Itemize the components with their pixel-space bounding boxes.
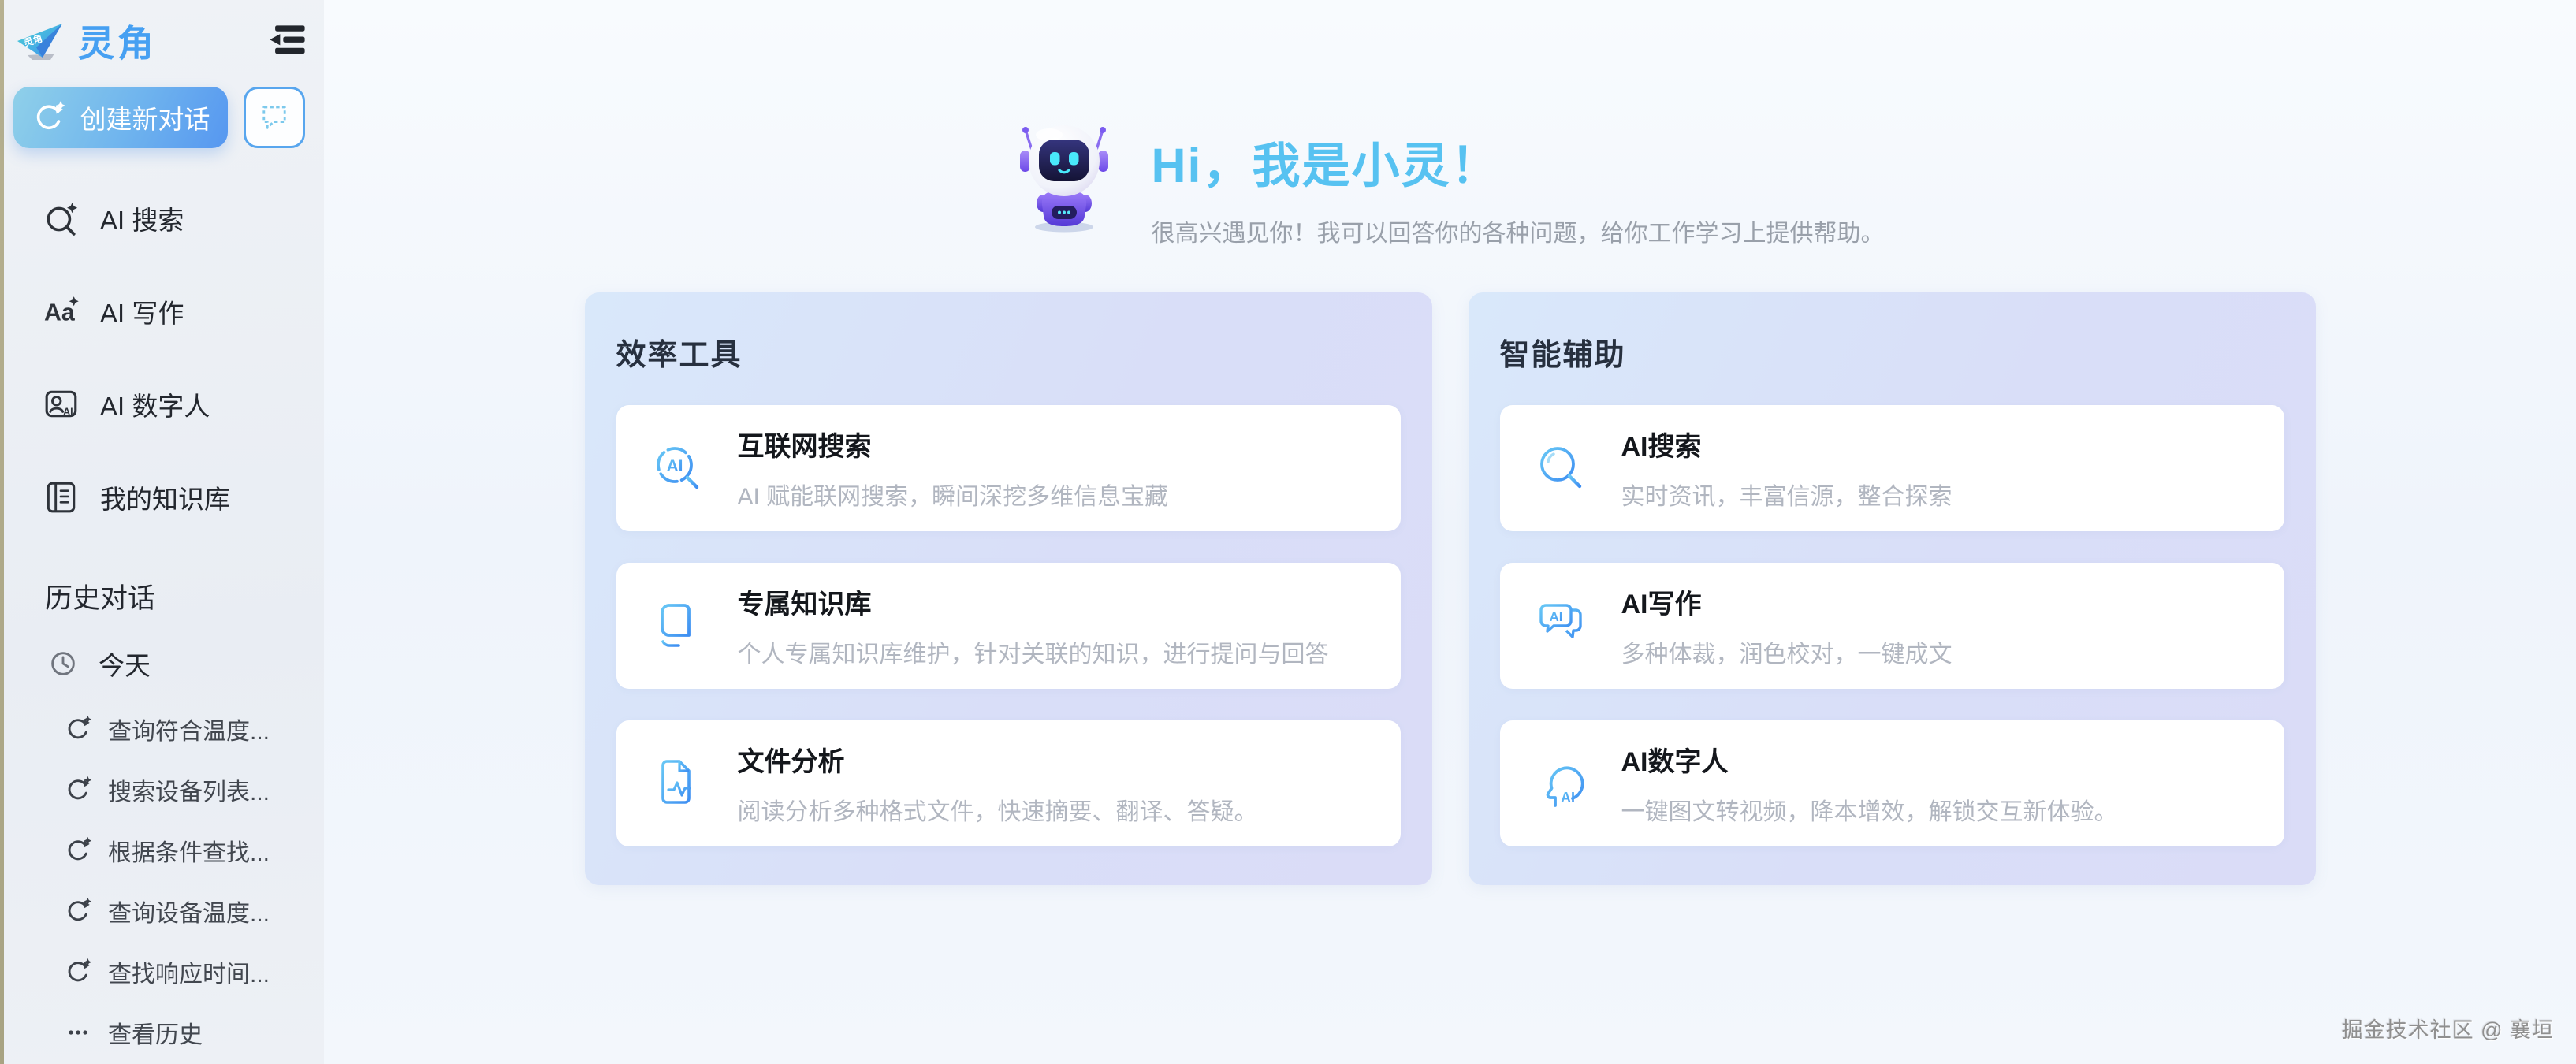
card-ai-digital-human[interactable]: AI数字人 一键图文转视频，降本增效，解锁交互新体验。: [1500, 720, 2284, 846]
refresh-sparkle-icon: [64, 897, 92, 925]
knowledge-book-icon: [651, 599, 705, 653]
greeting-text: Hi，我是小灵！ 很高兴遇见你！我可以回答你的各种问题，给你工作学习上提供帮助。: [1152, 117, 1885, 248]
history-item[interactable]: 根据条件查找...: [4, 820, 324, 880]
magnifier-icon: [1535, 441, 1588, 495]
refresh-sparkle-icon: [32, 100, 66, 135]
card-ai-writing[interactable]: AI写作 多种体裁，润色校对，一键成文: [1500, 563, 2284, 689]
refresh-sparkle-icon: [64, 776, 92, 804]
new-chat-button[interactable]: 创建新对话: [13, 87, 228, 148]
new-chat-label: 创建新对话: [80, 99, 210, 136]
greeting-subtitle: 很高兴遇见你！我可以回答你的各种问题，给你工作学习上提供帮助。: [1152, 214, 1885, 248]
card-title: 文件分析: [738, 740, 1258, 779]
greeting-title: Hi，我是小灵！: [1152, 126, 1885, 196]
internet-search-ai-icon: [651, 441, 705, 495]
sidebar-item-label: AI 数字人: [100, 385, 210, 423]
history-group-today[interactable]: 今天: [4, 629, 324, 698]
card-internet-search[interactable]: 互联网搜索 AI 赋能联网搜索，瞬间深挖多维信息宝藏: [616, 405, 1401, 531]
panel-smart-assist: 智能辅助 AI搜索 实时资讯，丰富信源，整合探索 AI写作 多种体裁，润色校对，…: [1469, 292, 2316, 885]
collapse-sidebar-icon: [268, 24, 307, 58]
clock-icon: [47, 647, 80, 680]
person-card-ai-icon: [43, 386, 80, 422]
history-item-label: 根据条件查找...: [108, 833, 270, 868]
card-title: 互联网搜索: [738, 425, 1169, 463]
panel-title: 效率工具: [616, 330, 1401, 374]
card-title: AI搜索: [1621, 425, 1952, 463]
card-desc: 个人专属知识库维护，针对关联的知识，进行提问与回答: [738, 634, 1329, 669]
panels-row: 效率工具 互联网搜索 AI 赋能联网搜索，瞬间深挖多维信息宝藏 专属知识库 个人…: [324, 292, 2576, 885]
greeting: Hi，我是小灵！ 很高兴遇见你！我可以回答你的各种问题，给你工作学习上提供帮助。: [324, 0, 2576, 248]
search-sparkle-icon: [43, 200, 80, 236]
file-analysis-icon: [651, 757, 705, 810]
card-ai-search[interactable]: AI搜索 实时资讯，丰富信源，整合探索: [1500, 405, 2284, 531]
card-desc: 实时资讯，丰富信源，整合探索: [1621, 477, 1952, 512]
sidebar-item-ai-search[interactable]: AI 搜索: [4, 172, 324, 265]
sidebar-item-ai-writing[interactable]: AI 写作: [4, 265, 324, 358]
card-texts: AI搜索 实时资讯，丰富信源，整合探索: [1621, 425, 1952, 512]
card-exclusive-knowledge[interactable]: 专属知识库 个人专属知识库维护，针对关联的知识，进行提问与回答: [616, 563, 1401, 689]
card-texts: 文件分析 阅读分析多种格式文件，快速摘要、翻译、答疑。: [738, 740, 1258, 827]
view-history-item[interactable]: 查看历史: [4, 1002, 324, 1062]
card-texts: 互联网搜索 AI 赋能联网搜索，瞬间深挖多维信息宝藏: [738, 425, 1169, 512]
app-title: 灵角: [78, 15, 267, 67]
history-section-title: 历史对话: [4, 563, 324, 629]
collapse-sidebar-button[interactable]: [267, 22, 308, 60]
logo-paper-plane-icon: [15, 20, 65, 62]
sidebar-item-label: 我的知识库: [100, 478, 230, 516]
refresh-sparkle-icon: [64, 715, 92, 743]
sidebar: 灵角 创建新对话 AI 搜索: [4, 0, 324, 1064]
history-item-label: 查询设备温度...: [108, 894, 270, 928]
history-item-label: 查询符合温度...: [108, 712, 270, 746]
sidebar-header: 灵角: [4, 0, 324, 82]
robot-avatar: [1016, 117, 1112, 233]
card-desc: 阅读分析多种格式文件，快速摘要、翻译、答疑。: [738, 792, 1258, 827]
card-desc: AI 赋能联网搜索，瞬间深挖多维信息宝藏: [738, 477, 1169, 512]
card-desc: 多种体裁，润色校对，一键成文: [1621, 634, 1952, 669]
watermark: 掘金技术社区 @ 襄垣: [2342, 1013, 2554, 1044]
refresh-sparkle-icon: [64, 958, 92, 986]
history-group-label: 今天: [99, 645, 151, 683]
card-texts: AI数字人 一键图文转视频，降本增效，解锁交互新体验。: [1621, 740, 2118, 827]
panel-title: 智能辅助: [1500, 330, 2284, 374]
card-title: AI写作: [1621, 582, 1952, 621]
card-texts: AI写作 多种体裁，润色校对，一键成文: [1621, 582, 1952, 669]
aa-sparkle-icon: [43, 293, 80, 329]
card-desc: 一键图文转视频，降本增效，解锁交互新体验。: [1621, 792, 2118, 827]
sidebar-item-label: AI 搜索: [100, 199, 184, 237]
card-texts: 专属知识库 个人专属知识库维护，针对关联的知识，进行提问与回答: [738, 582, 1329, 669]
card-title: 专属知识库: [738, 582, 1329, 621]
card-file-analysis[interactable]: 文件分析 阅读分析多种格式文件，快速摘要、翻译、答疑。: [616, 720, 1401, 846]
history-item[interactable]: 查询设备温度...: [4, 880, 324, 941]
panel-efficiency-tools: 效率工具 互联网搜索 AI 赋能联网搜索，瞬间深挖多维信息宝藏 专属知识库 个人…: [585, 292, 1432, 885]
quick-chat-button[interactable]: [244, 87, 305, 148]
sidebar-nav: AI 搜索 AI 写作 AI 数字人 我的知识库: [4, 172, 324, 544]
history-item-label: 查找响应时间...: [108, 954, 270, 989]
ellipsis-icon: [64, 1018, 92, 1047]
sidebar-item-label: AI 写作: [100, 292, 184, 330]
chat-bubbles-ai-icon: [1535, 599, 1588, 653]
notebook-icon: [43, 479, 80, 515]
sidebar-actions: 创建新对话: [4, 82, 324, 148]
app-window: 灵角 创建新对话 AI 搜索: [0, 0, 2576, 1064]
refresh-sparkle-icon: [64, 836, 92, 865]
sidebar-item-ai-digital-human[interactable]: AI 数字人: [4, 358, 324, 451]
history-item[interactable]: 搜索设备列表...: [4, 759, 324, 820]
chat-bubble-dashed-icon: [257, 99, 292, 136]
history-item-label: 搜索设备列表...: [108, 772, 270, 807]
head-profile-ai-icon: [1535, 757, 1588, 810]
view-history-label: 查看历史: [108, 1015, 203, 1050]
history-item[interactable]: 查询符合温度...: [4, 698, 324, 759]
card-title: AI数字人: [1621, 740, 2118, 779]
history-item[interactable]: 查找响应时间...: [4, 941, 324, 1002]
main-content: Hi，我是小灵！ 很高兴遇见你！我可以回答你的各种问题，给你工作学习上提供帮助。…: [324, 0, 2576, 1064]
sidebar-item-knowledge-base[interactable]: 我的知识库: [4, 451, 324, 544]
